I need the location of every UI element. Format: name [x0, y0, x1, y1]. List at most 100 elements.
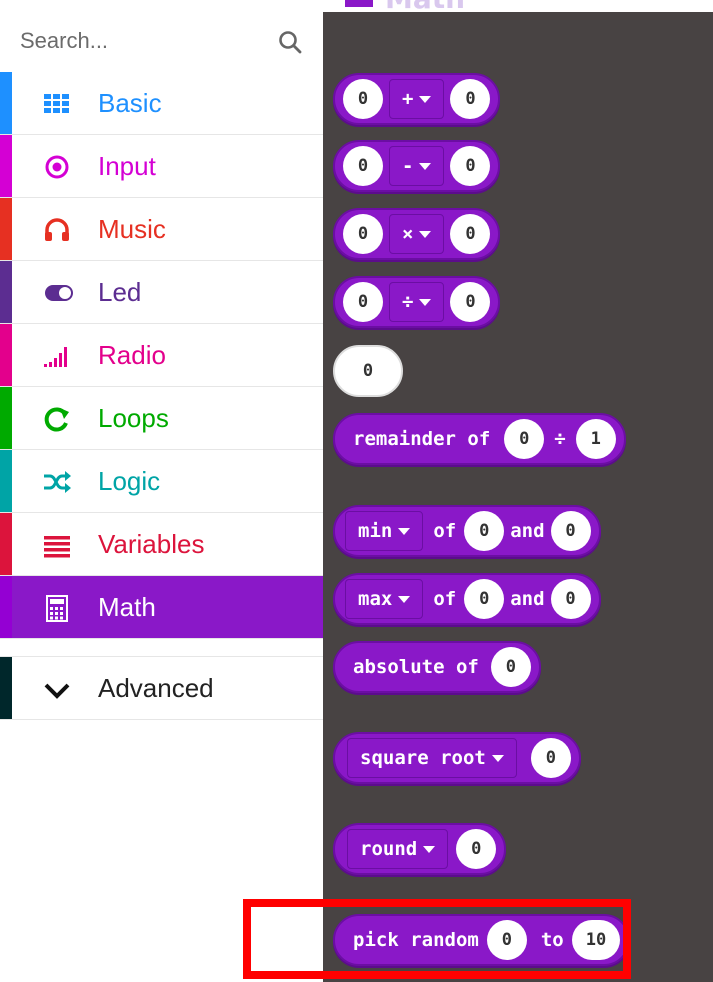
divide-block[interactable]: 0 ÷ 0 [333, 276, 501, 328]
subtract-block[interactable]: 0 - 0 [333, 140, 501, 192]
function-label: min [358, 520, 393, 542]
min-block[interactable]: min of 0 and 0 [333, 505, 601, 557]
number-input[interactable]: 0 [456, 829, 497, 869]
grid-icon [44, 94, 69, 113]
operator-label: - [402, 155, 414, 177]
divide-symbol: ÷ [554, 428, 566, 450]
refresh-icon [44, 407, 69, 432]
caret-down-icon [419, 95, 432, 103]
of-label: of [433, 520, 457, 542]
category-stripe [0, 576, 12, 638]
radio-target-icon [45, 155, 69, 179]
category-stripe [0, 387, 12, 449]
category-radio[interactable]: Radio [0, 324, 323, 387]
headphones-icon [45, 218, 69, 241]
number-input[interactable]: 0 [450, 282, 491, 322]
category-led[interactable]: Led [0, 261, 323, 324]
operator-label: + [402, 88, 414, 110]
number-input[interactable]: 0 [504, 419, 545, 459]
number-input[interactable]: 0 [464, 511, 505, 551]
category-label: Logic [98, 466, 161, 496]
number-input[interactable]: 0 [343, 214, 383, 254]
square-root-block[interactable]: square root 0 [333, 732, 581, 784]
absolute-block[interactable]: absolute of 0 [333, 641, 541, 693]
list-icon [44, 536, 70, 558]
operator-dropdown[interactable]: × [389, 214, 445, 254]
category-stripe [0, 198, 12, 260]
max-block[interactable]: max of 0 and 0 [333, 573, 601, 625]
of-label: of [433, 588, 457, 610]
absolute-label: absolute of [353, 656, 479, 678]
number-input[interactable]: 0 [450, 146, 491, 186]
category-logic[interactable]: Logic [0, 450, 323, 513]
add-block[interactable]: 0 + 0 [333, 73, 501, 125]
number-input[interactable]: 0 [464, 579, 505, 619]
category-label: Led [98, 277, 142, 307]
toggle-icon [45, 285, 73, 301]
caret-down-icon [423, 845, 436, 853]
number-input[interactable]: 1 [575, 419, 616, 459]
caret-down-icon [419, 230, 432, 238]
operator-dropdown[interactable]: - [389, 146, 445, 186]
category-stripe [0, 135, 12, 197]
number-input[interactable]: 0 [530, 738, 571, 778]
operator-label: × [402, 223, 414, 245]
number-input[interactable]: 0 [450, 214, 491, 254]
category-label: Basic [98, 88, 162, 118]
category-stripe [0, 261, 12, 323]
number-input[interactable]: 0 [550, 579, 591, 619]
function-dropdown[interactable]: square root [347, 738, 517, 778]
search-bar [0, 0, 323, 72]
function-dropdown[interactable]: max [345, 579, 424, 619]
operator-label: ÷ [402, 291, 414, 313]
category-math[interactable]: Math [0, 576, 323, 639]
category-label: Input [98, 151, 156, 181]
function-label: square root [360, 747, 486, 769]
round-block[interactable]: round 0 [333, 823, 507, 875]
caret-down-icon [398, 527, 411, 535]
function-dropdown[interactable]: round [347, 829, 449, 869]
category-music[interactable]: Music [0, 198, 323, 261]
number-input[interactable]: 0 [343, 146, 383, 186]
category-label: Music [98, 214, 166, 244]
remainder-block[interactable]: remainder of 0 ÷ 1 [333, 413, 626, 465]
category-label: Radio [98, 340, 166, 370]
highlight-box [243, 899, 631, 979]
function-label: round [360, 838, 418, 860]
number-block[interactable]: 0 [333, 345, 403, 397]
category-loops[interactable]: Loops [0, 387, 323, 450]
operator-dropdown[interactable]: + [389, 79, 445, 119]
number-input[interactable]: 0 [343, 79, 383, 119]
category-label: Math [98, 592, 156, 622]
function-dropdown[interactable]: min [345, 511, 424, 551]
category-advanced[interactable]: Advanced [0, 656, 323, 720]
category-label: Loops [98, 403, 169, 433]
function-label: max [358, 588, 393, 610]
operator-dropdown[interactable]: ÷ [389, 282, 445, 322]
caret-down-icon [419, 162, 432, 170]
search-input[interactable] [20, 22, 270, 60]
category-input[interactable]: Input [0, 135, 323, 198]
category-stripe [0, 72, 12, 134]
category-label: Variables [98, 529, 205, 559]
toolbox-sidebar: Basic Input Music Led [0, 0, 323, 982]
number-input[interactable]: 0 [343, 282, 383, 322]
shuffle-icon [44, 471, 71, 493]
category-label: Advanced [98, 673, 214, 703]
caret-down-icon [491, 754, 504, 762]
math-category-swatch [345, 0, 373, 7]
signal-bars-icon [44, 347, 67, 367]
search-icon[interactable] [277, 29, 303, 55]
number-input[interactable]: 0 [450, 79, 491, 119]
number-value: 0 [362, 361, 374, 381]
calculator-icon [46, 595, 68, 622]
number-input[interactable]: 0 [490, 647, 531, 687]
category-basic[interactable]: Basic [0, 72, 323, 135]
chevron-down-icon [44, 683, 70, 699]
category-stripe [0, 450, 12, 512]
multiply-block[interactable]: 0 × 0 [333, 208, 501, 260]
and-label: and [510, 520, 545, 542]
category-variables[interactable]: Variables [0, 513, 323, 576]
category-stripe [0, 657, 12, 719]
number-input[interactable]: 0 [550, 511, 591, 551]
